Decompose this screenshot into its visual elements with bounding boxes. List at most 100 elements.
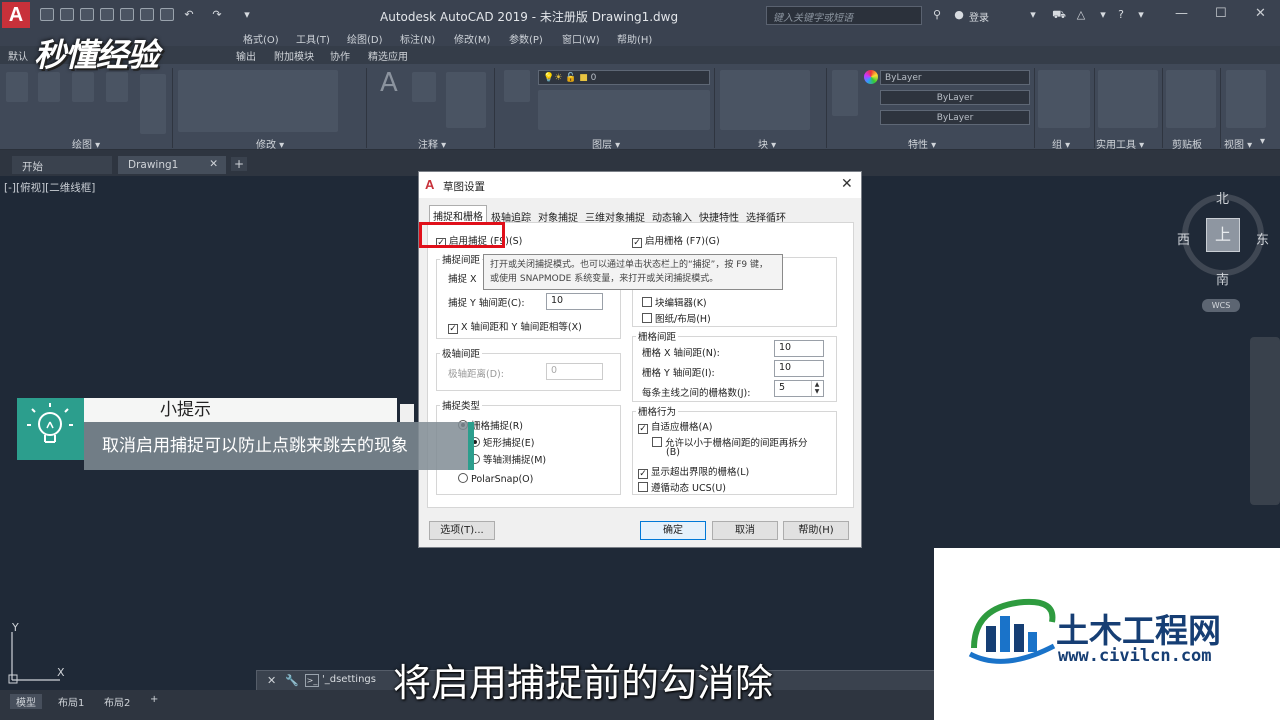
layout-tab-1[interactable]: 布局1 xyxy=(52,694,90,709)
navigation-bar[interactable] xyxy=(1250,337,1280,505)
search-input[interactable]: 键入关键字或短语 xyxy=(766,6,922,25)
cart-icon[interactable]: ⛟ xyxy=(1052,9,1066,21)
layer-properties-icon[interactable] xyxy=(504,70,530,102)
compass-south[interactable]: 南 xyxy=(1216,269,1229,288)
snap-y-field[interactable]: 10 xyxy=(546,293,603,310)
layout-tab-2[interactable]: 布局2 xyxy=(98,694,136,709)
clipboard-tools[interactable] xyxy=(1166,70,1216,128)
paper-layout-checkbox[interactable]: 图纸/布局(H) xyxy=(642,311,711,325)
add-layout-plus-icon[interactable]: + xyxy=(144,694,164,709)
panel-title-groups[interactable]: 组 ▾ xyxy=(1052,136,1070,151)
match-properties-icon[interactable] xyxy=(832,70,858,116)
panel-title-clipboard[interactable]: 剪贴板 xyxy=(1172,136,1202,151)
major-line-spinner-icon[interactable]: ▲ ▼ xyxy=(811,381,822,396)
undo-icon[interactable]: ↶ xyxy=(182,9,196,21)
a360-icon[interactable]: △ xyxy=(1074,9,1088,21)
panel-title-annotation[interactable]: 注释 ▾ xyxy=(418,136,446,151)
polar-distance-field[interactable]: 0 xyxy=(546,363,603,380)
login-link[interactable]: 登录 xyxy=(969,9,989,24)
iso-snap-radio[interactable]: 等轴测捕捉(M) xyxy=(470,452,546,466)
login-dropdown-icon[interactable]: ▾ xyxy=(1026,9,1040,21)
panel-title-block[interactable]: 块 ▾ xyxy=(758,136,776,151)
modify-tools[interactable] xyxy=(178,70,338,132)
layout-tab-model[interactable]: 模型 xyxy=(10,694,42,709)
plot-icon[interactable] xyxy=(140,8,154,21)
dialog-titlebar[interactable]: A 草图设置 ✕ xyxy=(419,172,861,198)
dialog-close-icon[interactable]: ✕ xyxy=(841,176,853,192)
maximize-icon[interactable]: ☐ xyxy=(1215,6,1227,21)
binoculars-icon[interactable]: ⚲ xyxy=(930,9,944,21)
grid-y-field[interactable]: 10 xyxy=(774,360,824,377)
options-button[interactable]: 选项(T)... xyxy=(429,521,495,540)
adaptive-grid-checkbox[interactable]: ✓ 自适应栅格(A) xyxy=(638,419,712,434)
tab-start[interactable]: 开始 xyxy=(12,156,112,174)
help-icon[interactable]: ? xyxy=(1114,9,1128,21)
grid-x-field[interactable]: 10 xyxy=(774,340,824,357)
autocad-logo-icon[interactable]: A xyxy=(2,2,30,28)
menu-tools[interactable]: 工具(T) xyxy=(296,31,330,46)
tab-drawing1[interactable]: Drawing1 ✕ xyxy=(118,156,226,174)
cmd-close-icon[interactable]: ✕ xyxy=(267,674,276,687)
arc-tool-icon[interactable] xyxy=(106,72,128,102)
group-tools[interactable] xyxy=(1038,70,1090,128)
text-tool-icon[interactable]: A xyxy=(380,68,398,98)
tab-snap-and-grid[interactable]: 捕捉和栅格 xyxy=(429,205,487,223)
polar-snap-radio[interactable]: PolarSnap(O) xyxy=(458,473,533,485)
compass-west[interactable]: 西 xyxy=(1177,229,1190,248)
tab-featured-apps[interactable]: 精选应用 xyxy=(368,48,408,63)
tab-addins[interactable]: 附加模块 xyxy=(274,48,314,63)
viewport-controls[interactable]: [-][俯视][二维线框] xyxy=(4,180,95,195)
help-button[interactable]: 帮助(H) xyxy=(783,521,849,540)
panel-title-utilities[interactable]: 实用工具 ▾ xyxy=(1096,136,1144,151)
close-icon[interactable]: ✕ xyxy=(1255,6,1266,21)
block-tools[interactable] xyxy=(720,70,810,130)
follow-ucs-checkbox[interactable]: 遵循动态 UCS(U) xyxy=(638,480,726,494)
tab-collaborate[interactable]: 协作 xyxy=(330,48,350,63)
annotation-tools[interactable] xyxy=(446,72,486,128)
user-icon[interactable]: ● xyxy=(952,9,966,21)
redo-icon[interactable]: ↷ xyxy=(210,9,224,21)
cmd-prompt-icon[interactable]: >_ xyxy=(305,674,319,687)
menu-parameters[interactable]: 参数(P) xyxy=(509,31,543,46)
web-save-icon[interactable] xyxy=(120,8,134,21)
grid-on-checkbox[interactable]: ✓ 启用栅格 (F7)(G) xyxy=(632,233,720,248)
open-folder-icon[interactable] xyxy=(60,8,74,21)
linetype-combo[interactable]: ByLayer xyxy=(880,90,1030,105)
panel-title-view[interactable]: 视图 ▾ xyxy=(1224,136,1252,151)
compass-east[interactable]: 东 xyxy=(1256,229,1269,248)
compass-north[interactable]: 北 xyxy=(1216,188,1229,207)
panel-title-layers[interactable]: 图层 ▾ xyxy=(592,136,620,151)
customize-dropdown-icon[interactable]: ▾ xyxy=(240,9,254,21)
print-icon[interactable] xyxy=(160,8,174,21)
layer-combo[interactable]: 💡☀ 🔓 ■ 0 xyxy=(538,70,710,85)
cmd-customize-icon[interactable]: 🔧 xyxy=(285,674,299,687)
draw-small-tools[interactable] xyxy=(140,74,166,134)
menu-modify[interactable]: 修改(M) xyxy=(454,31,490,46)
menu-draw[interactable]: 绘图(D) xyxy=(347,31,383,46)
wcs-menu-button[interactable]: WCS xyxy=(1202,299,1240,312)
color-combo[interactable]: ByLayer xyxy=(880,70,1030,85)
menu-window[interactable]: 窗口(W) xyxy=(562,31,600,46)
tab-close-icon[interactable]: ✕ xyxy=(209,158,218,170)
block-editor-checkbox[interactable]: 块编辑器(K) xyxy=(642,295,707,309)
menu-format[interactable]: 格式(O) xyxy=(243,31,279,46)
view-tools[interactable] xyxy=(1226,70,1266,128)
polyline-tool-icon[interactable] xyxy=(38,72,60,102)
new-file-icon[interactable] xyxy=(40,8,54,21)
save-as-icon[interactable] xyxy=(100,8,114,21)
tab-output[interactable]: 输出 xyxy=(236,48,256,63)
cancel-button[interactable]: 取消 xyxy=(712,521,778,540)
panel-title-draw[interactable]: 绘图 ▾ xyxy=(72,136,100,151)
color-wheel-icon[interactable] xyxy=(864,70,878,84)
lineweight-combo[interactable]: ByLayer xyxy=(880,110,1030,125)
tab-default[interactable]: 默认 xyxy=(8,48,28,63)
rect-snap-radio[interactable]: 矩形捕捉(E) xyxy=(470,435,534,449)
new-tab-plus-icon[interactable]: + xyxy=(231,157,247,171)
equal-spacing-checkbox[interactable]: ✓ X 轴间距和 Y 轴间距相等(X) xyxy=(448,319,582,334)
viewcube-top-face[interactable]: 上 xyxy=(1206,218,1240,252)
panel-title-properties[interactable]: 特性 ▾ xyxy=(908,136,936,151)
minimize-icon[interactable]: — xyxy=(1175,6,1188,21)
line-tool-icon[interactable] xyxy=(6,72,28,102)
dimension-tool-icon[interactable] xyxy=(412,72,436,102)
dropdown-icon[interactable]: ▾ xyxy=(1096,9,1110,21)
